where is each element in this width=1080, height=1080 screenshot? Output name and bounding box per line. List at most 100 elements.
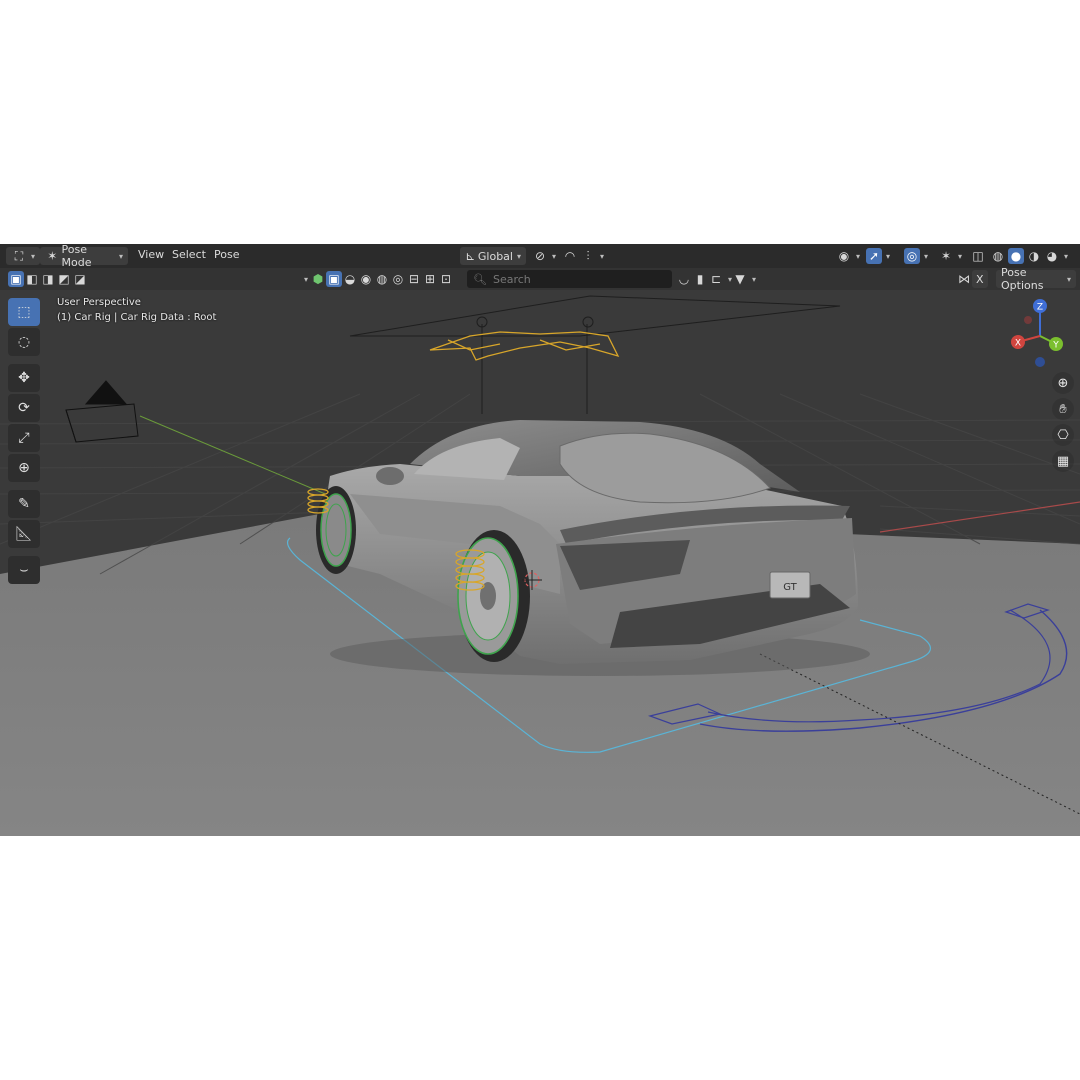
gizmo-neg-x-handle[interactable] <box>1024 316 1032 324</box>
bone-overlay-dropdown[interactable]: ✶ ▾ <box>938 247 962 265</box>
shading-rendered-button[interactable]: ◕ ▾ <box>1044 247 1068 265</box>
orientation-label: Global <box>477 249 513 263</box>
layout-icon: ⊏ <box>710 272 722 286</box>
move-tool[interactable]: ✥ <box>8 364 40 392</box>
shading-solid-button[interactable]: ● <box>1008 247 1024 265</box>
gizmo-z-label: Z <box>1037 303 1043 313</box>
extra-filter-icon: ⊡ <box>440 272 452 286</box>
view-name-label: User Perspective <box>57 297 141 308</box>
gizmo-x-label: X <box>1015 339 1021 349</box>
tool-settings-header: ▣ ◧ ◨ ◩ ◪ ▾ ⬢ ▣ ◒ ◉ ◍ ◎ ⊟ ⊞ ⊡ 🔍︎ Search … <box>0 266 1080 292</box>
measure-icon: 📐︎ <box>15 526 33 542</box>
mesh-filter-icon: ◒ <box>344 272 356 286</box>
chevron-down-icon: ▾ <box>118 251 123 261</box>
select-subtract-icon: ◨ <box>42 272 54 286</box>
chevron-down-icon: ▾ <box>1064 251 1069 261</box>
sort-icon: ◡ <box>678 272 690 286</box>
selection-mode-buttons[interactable]: ▣ ◧ ◨ ◩ ◪ <box>8 270 88 288</box>
right-navigation-bar: ⊕ ✋︎ ⎔ ▦ <box>1052 372 1074 476</box>
mirror-icon: ⋈ <box>958 272 970 286</box>
pan-button[interactable]: ✋︎ <box>1052 398 1074 420</box>
gizmo-icon: ➚ <box>866 248 882 264</box>
shading-material-button[interactable]: ◑ <box>1026 247 1042 265</box>
bone-size-tool[interactable]: ⌣ <box>8 556 40 584</box>
3d-viewport[interactable]: GT <box>0 290 1080 836</box>
filter-collapse-button[interactable]: ▾ ⬢ ▣ ◒ ◉ ◍ ◎ ⊟ ⊞ ⊡ <box>302 270 454 288</box>
cursor-tool[interactable]: ◌ <box>8 328 40 356</box>
viewport-header: ⛶ ▾ ✶ Pose Mode ▾ View Select Pose ⊾ Glob… <box>0 244 1080 269</box>
snap-target-dropdown[interactable]: ⫶ ▾ <box>580 247 604 265</box>
magnet-icon: ◠ <box>564 249 576 263</box>
scale-icon: ⤢ <box>18 430 30 446</box>
solid-sphere-icon: ● <box>1008 248 1024 264</box>
measure-tool[interactable]: 📐︎ <box>8 520 40 548</box>
rotate-tool[interactable]: ⟳ <box>8 394 40 422</box>
zoom-icon: ⊕ <box>1057 375 1069 391</box>
grid-view-icon: ▦ <box>1056 453 1070 469</box>
cursor-icon: ◌ <box>17 334 31 350</box>
other-filter-icon: ⊞ <box>424 272 436 286</box>
camera-object[interactable] <box>65 380 139 443</box>
annotate-icon: ✎ <box>18 496 30 512</box>
blender-window: ⛶ ▾ ✶ Pose Mode ▾ View Select Pose ⊾ Glob… <box>0 244 1080 836</box>
mirror-x-toggle[interactable]: ⋈ X <box>956 270 988 288</box>
pose-mode-icon: ✶ <box>47 249 58 263</box>
chevron-down-icon: ▾ <box>516 251 521 261</box>
front-wheel[interactable] <box>316 486 356 574</box>
search-placeholder: Search <box>492 272 531 286</box>
search-options[interactable]: ◡ ▮ ⊏ ▾ ▼ ▾ <box>676 270 756 288</box>
zoom-button[interactable]: ⊕ <box>1052 372 1074 394</box>
select-box-tool[interactable]: ⬚ <box>8 298 40 326</box>
y-axis-line <box>139 415 331 497</box>
rotate-icon: ⟳ <box>18 400 30 416</box>
editor-type-button[interactable]: ⛶ ▾ <box>6 247 41 265</box>
menu-view[interactable]: View <box>138 248 164 261</box>
mode-label: Pose Mode <box>61 244 92 269</box>
xray-icon: ◫ <box>972 249 984 263</box>
select-box-icon: ⬚ <box>17 304 31 320</box>
chevron-down-icon: ▾ <box>1066 274 1071 284</box>
chevron-down-icon: ▾ <box>304 274 309 284</box>
object-info-label: (1) Car Rig | Car Rig Data : Root <box>57 312 217 323</box>
empty-filter-icon: ⊟ <box>408 272 420 286</box>
armature-editor-icon: ⛶ <box>14 249 24 263</box>
gizmo-toggle[interactable]: ➚ ▾ <box>866 247 890 265</box>
menu-select[interactable]: Select <box>172 248 206 261</box>
navigation-gizmo[interactable]: Z Y X <box>1004 296 1076 368</box>
search-input[interactable]: 🔍︎ Search <box>467 270 672 288</box>
x-axis-button[interactable]: X <box>972 270 988 288</box>
pivot-point-dropdown[interactable]: ⊘ ▾ <box>532 247 556 265</box>
snap-toggle[interactable]: ◠ <box>562 247 578 265</box>
light-filter-icon: ◍ <box>376 272 388 286</box>
transform-icon: ⊕ <box>18 460 30 476</box>
bone-icon: ✶ <box>940 249 952 263</box>
chevron-down-icon: ▾ <box>856 251 861 261</box>
transform-tool[interactable]: ⊕ <box>8 454 40 482</box>
root-bone-plane[interactable] <box>349 295 841 414</box>
gizmo-neg-z-handle[interactable] <box>1035 357 1045 367</box>
chevron-down-icon: ▾ <box>552 251 557 261</box>
shading-wireframe-button[interactable]: ◍ <box>990 247 1006 265</box>
annotate-tool[interactable]: ✎ <box>8 490 40 518</box>
chevron-down-icon: ▾ <box>958 251 963 261</box>
overlay-toggle[interactable]: ◎ ▾ <box>904 247 928 265</box>
camera-view-icon: ⎔ <box>1057 427 1069 443</box>
left-toolbar: ⬚ ◌ ✥ ⟳ ⤢ ⊕ ✎ 📐︎ ⌣ <box>8 298 42 586</box>
perspective-toggle-button[interactable]: ▦ <box>1052 450 1074 472</box>
pose-options-dropdown[interactable]: Pose Options ▾ <box>996 266 1076 292</box>
mode-dropdown[interactable]: ✶ Pose Mode ▾ <box>40 244 128 269</box>
camera-filter-icon: ◎ <box>392 272 404 286</box>
chevron-down-icon: ▾ <box>600 251 605 261</box>
hand-pan-icon: ✋︎ <box>1059 401 1067 417</box>
wireframe-sphere-icon: ◍ <box>992 249 1004 263</box>
transform-orientation-dropdown[interactable]: ⊾ Global ▾ <box>460 247 526 265</box>
object-filter-icon: ▣ <box>326 271 343 287</box>
xray-toggle[interactable]: ◫ <box>970 247 986 265</box>
scale-tool[interactable]: ⤢ <box>8 424 40 452</box>
chevron-down-icon: ▾ <box>924 251 929 261</box>
rendered-sphere-icon: ◕ <box>1046 249 1058 263</box>
menu-pose[interactable]: Pose <box>214 248 239 261</box>
overlay-icon: ◎ <box>904 248 920 264</box>
visibility-dropdown[interactable]: ◉ ▾ <box>836 247 860 265</box>
camera-view-button[interactable]: ⎔ <box>1052 424 1074 446</box>
